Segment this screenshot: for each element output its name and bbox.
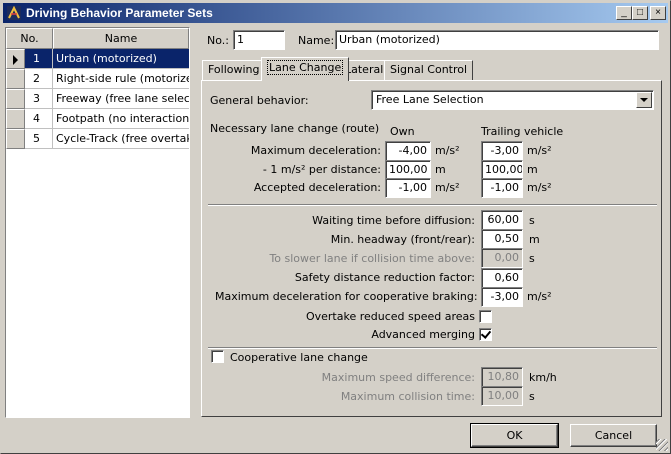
list-row[interactable]: 1 Urban (motorized) <box>6 49 189 69</box>
name-label: Name: <box>298 34 335 47</box>
accepted-decel-own-unit: m/s² <box>435 181 460 194</box>
window-title: Driving Behavior Parameter Sets <box>26 6 213 20</box>
max-decel-trail-unit: m/s² <box>527 144 552 157</box>
row-indicator <box>6 69 25 89</box>
accepted-decel-own-field[interactable]: -1,00 <box>385 178 431 198</box>
close-button[interactable]: × <box>650 6 666 20</box>
tab-label: Lateral <box>345 63 384 76</box>
cancel-button[interactable]: Cancel <box>570 424 657 447</box>
waiting-time-label: Waiting time before diffusion: <box>312 214 475 227</box>
max-decel-trail-field[interactable]: -3,00 <box>481 141 523 161</box>
general-behavior-select[interactable]: Free Lane Selection <box>371 90 654 110</box>
min-headway-unit: m <box>529 233 540 246</box>
list-row[interactable]: 5 Cycle-Track (free overtaki <box>6 129 189 149</box>
chevron-down-icon[interactable] <box>636 92 652 108</box>
max-decel-own-unit: m/s² <box>435 144 460 157</box>
cooperative-lane-change-label: Cooperative lane change <box>230 351 368 364</box>
max-collision-time-unit: s <box>529 390 535 403</box>
max-collision-time-label: Maximum collision time: <box>340 390 475 403</box>
general-behavior-value: Free Lane Selection <box>376 93 484 106</box>
no-field[interactable]: 1 <box>233 30 285 50</box>
slower-lane-unit: s <box>529 252 535 265</box>
title-bar[interactable]: Driving Behavior Parameter Sets _ □ × <box>3 3 668 23</box>
row-no: 3 <box>25 89 53 109</box>
row-no: 2 <box>25 69 53 89</box>
row-no: 4 <box>25 109 53 129</box>
per-distance-label: - 1 m/s² per distance: <box>262 163 381 176</box>
tab-label: Following <box>208 63 260 76</box>
maximize-button[interactable]: □ <box>632 6 648 20</box>
list-row[interactable]: 4 Footpath (no interaction) <box>6 109 189 129</box>
row-name: Cycle-Track (free overtaki <box>53 129 189 149</box>
row-indicator <box>6 89 25 109</box>
row-name: Footpath (no interaction) <box>53 109 189 129</box>
max-speed-diff-unit: km/h <box>529 371 557 384</box>
slower-lane-label: To slower lane if collision time above: <box>269 252 475 265</box>
resize-grip-icon[interactable] <box>656 439 668 451</box>
tab-following[interactable]: Following <box>202 60 266 80</box>
coop-braking-label: Maximum deceleration for cooperative bra… <box>215 290 478 303</box>
column-header-name[interactable]: Name <box>53 28 189 49</box>
max-decel-label: Maximum deceleration: <box>250 144 381 157</box>
tab-label: Lane Change <box>267 60 344 75</box>
name-field[interactable]: Urban (motorized) <box>335 30 659 50</box>
general-behavior-label: General behavior: <box>210 94 309 107</box>
no-label: No.: <box>207 34 229 47</box>
waiting-time-field[interactable]: 60,00 <box>481 210 523 230</box>
overtake-checkbox[interactable] <box>479 310 492 323</box>
advanced-merging-checkbox[interactable] <box>479 328 492 341</box>
trailing-column-label: Trailing vehicle <box>481 125 564 138</box>
row-no: 1 <box>25 49 53 69</box>
min-headway-field[interactable]: 0,50 <box>481 229 523 249</box>
parameter-set-list[interactable]: No. Name 1 Urban (motorized) 2 Right-sid… <box>5 27 190 418</box>
app-icon <box>7 5 21 20</box>
coop-braking-unit: m/s² <box>527 290 552 303</box>
max-speed-diff-label: Maximum speed difference: <box>321 371 475 384</box>
row-indicator <box>6 129 25 149</box>
slower-lane-field[interactable]: 0,00 <box>481 248 523 268</box>
list-row[interactable]: 3 Freeway (free lane selecti <box>6 89 189 109</box>
per-distance-trail-unit: m <box>527 163 538 176</box>
cooperative-lane-change-checkbox[interactable] <box>211 350 224 363</box>
max-collision-time-field[interactable]: 10,00 <box>481 386 523 406</box>
min-headway-label: Min. headway (front/rear): <box>330 233 475 246</box>
coop-braking-field[interactable]: -3,00 <box>481 287 523 307</box>
per-distance-trail-field[interactable]: 100,00 <box>481 160 523 180</box>
tab-label: Signal Control <box>390 63 468 76</box>
tab-lane-change[interactable]: Lane Change <box>261 57 350 81</box>
divider <box>208 347 657 349</box>
row-name: Right-side rule (motorize <box>53 69 189 89</box>
column-header-no[interactable]: No. <box>6 28 53 49</box>
row-name: Freeway (free lane selecti <box>53 89 189 109</box>
row-name: Urban (motorized) <box>53 49 189 69</box>
row-indicator <box>6 109 25 129</box>
overtake-label: Overtake reduced speed areas <box>305 310 475 323</box>
divider <box>208 204 657 206</box>
minimize-button[interactable]: _ <box>616 6 632 20</box>
ok-button[interactable]: OK <box>470 423 559 448</box>
per-distance-own-unit: m <box>435 163 446 176</box>
tab-signal-control[interactable]: Signal Control <box>384 60 474 80</box>
dialog-window: Driving Behavior Parameter Sets _ □ × No… <box>0 0 671 454</box>
per-distance-own-field[interactable]: 100,00 <box>385 160 431 180</box>
row-no: 5 <box>25 129 53 149</box>
accepted-decel-trail-field[interactable]: -1,00 <box>481 178 523 198</box>
safety-distance-label: Safety distance reduction factor: <box>294 271 475 284</box>
accepted-decel-trail-unit: m/s² <box>527 181 552 194</box>
necessary-lane-change-title: Necessary lane change (route) <box>210 122 380 135</box>
advanced-merging-label: Advanced merging <box>371 328 475 341</box>
list-header: No. Name <box>6 28 189 49</box>
row-indicator <box>6 49 25 69</box>
max-speed-diff-field[interactable]: 10,80 <box>481 367 523 387</box>
current-row-arrow-icon <box>13 55 18 65</box>
list-row[interactable]: 2 Right-side rule (motorize <box>6 69 189 89</box>
safety-distance-field[interactable]: 0,60 <box>481 268 523 288</box>
accepted-decel-label: Accepted deceleration: <box>253 181 381 194</box>
max-decel-own-field[interactable]: -4,00 <box>385 141 431 161</box>
own-column-label: Own <box>390 125 415 138</box>
waiting-time-unit: s <box>529 214 535 227</box>
